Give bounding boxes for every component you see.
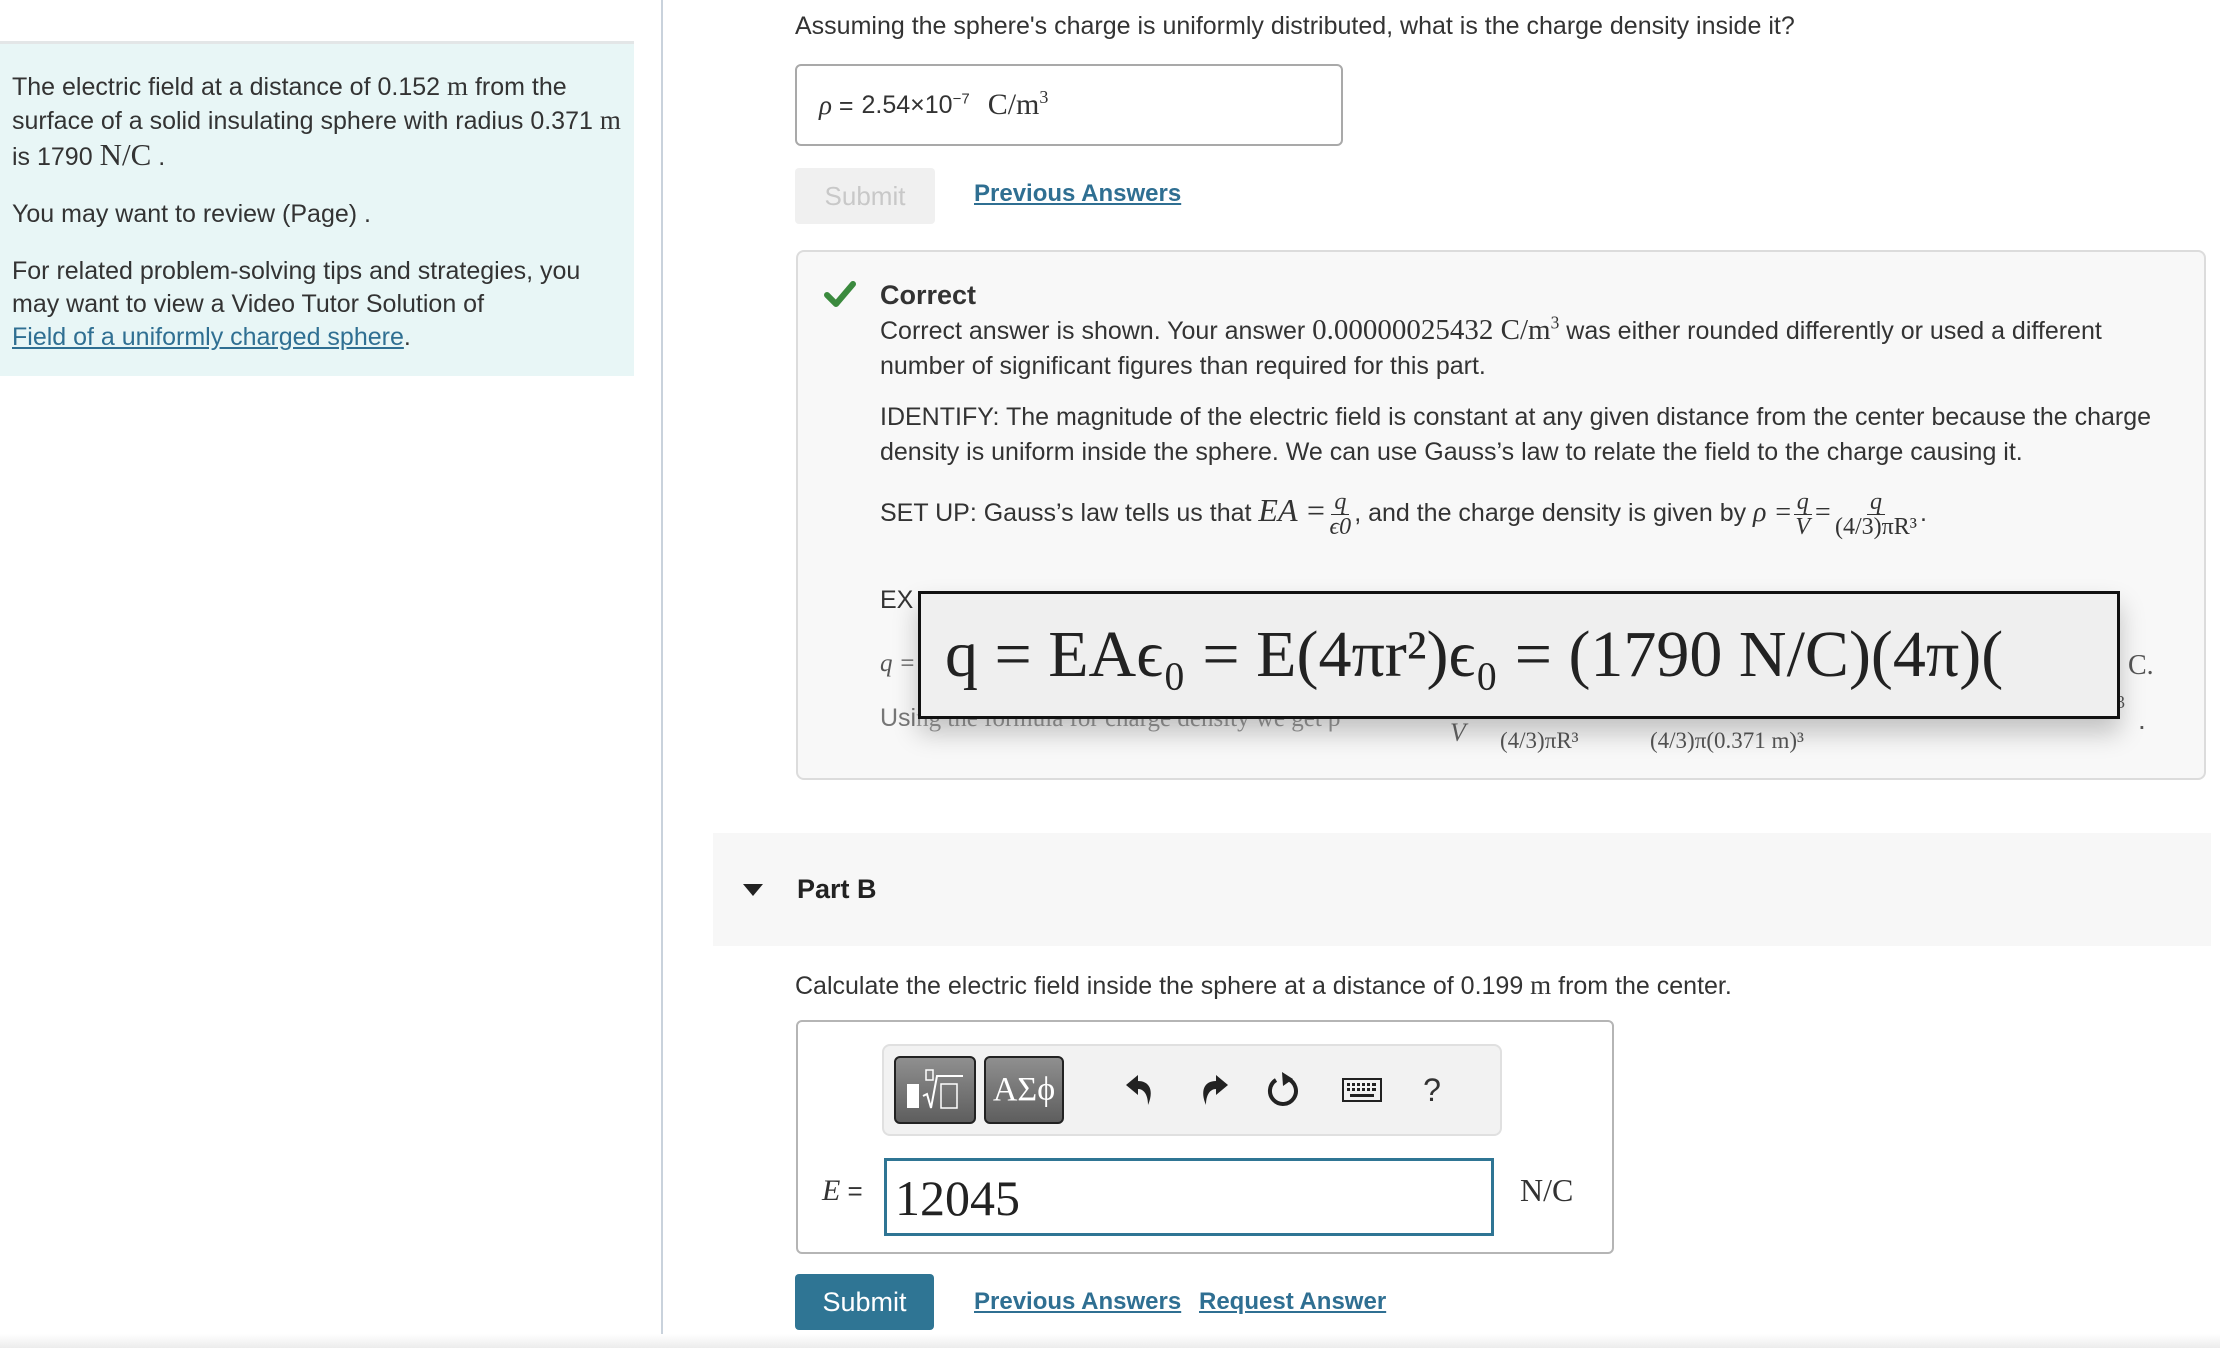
equals: = [1813,497,1832,529]
keyboard-icon [1342,1078,1382,1102]
question-text: from the center. [1551,972,1732,1000]
templates-sqrt-icon [907,1069,963,1109]
page-bottom-edge [0,1334,2220,1348]
frac-num: q [1793,490,1812,515]
part-b-question: Calculate the electric field inside the … [795,970,1732,1001]
submitted-answer: 0.00000025432 C/m3 [1312,314,1559,346]
review-note: You may want to review (Page) . [12,200,371,228]
fraction-q-eps0: q ϵ0 [1327,490,1355,539]
feedback-text: Correct answer is shown. Your answer [880,317,1313,345]
unit-m: m [1530,970,1552,1000]
period: . [1919,499,1927,528]
math-rho: ρ = [1753,497,1793,529]
frac-den: (4/3)πR³ [1834,514,1917,540]
using-text: Usi [880,704,917,732]
part-b-title: Part B [797,874,877,904]
equation-magnifier: q = EAϵ₀ = E(4πr²)ϵ₀ = (1790 N/C)(4π)( [918,591,2120,719]
execute-label: EX [880,586,914,614]
answer-unit: C/m3 [988,88,1049,122]
part-a-answer-display: ρ = 2.54×10−7 C/m3 [795,64,1343,146]
math-ea: EA = [1258,492,1327,529]
question-text: Calculate the electric field inside the … [795,972,1531,1000]
feedback-message: Correct answer is shown. Your answer 0.0… [880,313,2190,384]
video-tutor-link[interactable]: Field of a uniformly charged sphere [12,323,404,351]
intro-text: The electric field at a distance of 0.15… [12,73,447,101]
setup-step: SET UP: Gauss’s law tells us that EA = q ϵ… [880,490,2190,539]
e-unit: N/C [1520,1172,1574,1208]
magnified-equation: q = EAϵ₀ = E(4πr²)ϵ₀ = (1790 N/C)(4π)( [945,618,2004,691]
undo-icon [1126,1075,1151,1105]
help-button[interactable]: ? [1412,1070,1452,1110]
denominator-volume: (4/3)πR³ [1500,728,1579,753]
math-toolbar: ΑΣϕ ? [882,1044,1502,1136]
unit-text: C/m [987,88,1040,121]
setup-text: , and the charge density is given by [1354,499,1754,528]
video-tutor-text: For related problem-solving tips and str… [12,257,581,318]
part-a-question: Assuming the sphere's charge is uniforml… [795,12,1795,40]
unit-exponent: 3 [1039,87,1049,107]
rho-label: ρ = [819,89,854,120]
checkmark-icon [824,281,856,307]
answer-value: 2.54×10−7 [862,91,970,120]
setup-text: SET UP: Gauss’s law tells us that [880,499,1259,528]
part-a-submit-button[interactable]: Submit [795,168,935,224]
answer-mantissa: 2.54×10 [861,90,953,119]
e-label: E = [822,1174,863,1207]
part-a-previous-answers-link[interactable]: Previous Answers [974,180,1181,208]
problem-intro: The electric field at a distance of 0.15… [0,44,634,376]
frac-num: q [1866,490,1885,515]
unit-m: m [446,71,468,101]
panel-divider [661,0,663,1348]
feedback-status: Correct [880,280,977,310]
period: . [2138,704,2146,735]
unit-nc: N/C [99,137,152,172]
denominator-v: V [1450,718,1466,747]
video-tutor-note: For related problem-solving tips and str… [12,255,622,354]
denominator-numeric: (4/3)π(0.371 m)³ [1650,728,1804,753]
fraction-q-v: qV [1792,490,1813,539]
keyboard-button[interactable] [1342,1070,1382,1110]
collapse-triangle-icon[interactable] [743,883,763,896]
templates-button[interactable] [894,1056,976,1124]
frac-num: q [1331,490,1350,515]
fraction-q-volume: q (4/3)πR³ [1832,490,1920,539]
symbols-button[interactable]: ΑΣϕ [984,1056,1064,1124]
frac-den: V [1795,514,1811,540]
charge-unit-tail: C. [2128,650,2154,681]
intro-text: is 1790 [12,143,100,171]
frac-den: ϵ0 [1329,514,1352,540]
feedback-body: Correct Correct answer is shown. Your an… [880,278,2190,555]
part-b-previous-answers-link[interactable]: Previous Answers [974,1288,1181,1316]
redo-icon [1203,1075,1228,1105]
part-b-answer-panel: ΑΣϕ ? E = 12045 N/C [796,1020,1614,1254]
identify-step: IDENTIFY: The magnitude of the electric … [880,403,2152,466]
e-field-input[interactable]: 12045 [884,1158,1494,1236]
undo-button[interactable] [1120,1070,1160,1110]
period: . [403,323,411,351]
reset-icon [1268,1072,1298,1106]
reset-button[interactable] [1264,1070,1304,1110]
q-equation-start: q = [880,650,916,677]
answer-exponent: −7 [952,90,970,108]
part-b-submit-button[interactable]: Submit [795,1274,934,1330]
unit-m: m [599,105,621,135]
redo-button[interactable] [1194,1070,1234,1110]
submitted-value: 0.00000025432 C/m [1312,314,1551,346]
request-answer-link[interactable]: Request Answer [1199,1288,1386,1316]
part-b-header[interactable]: Part B [713,833,2211,946]
intro-statement: The electric field at a distance of 0.15… [12,70,622,174]
intro-text: . [151,143,166,171]
